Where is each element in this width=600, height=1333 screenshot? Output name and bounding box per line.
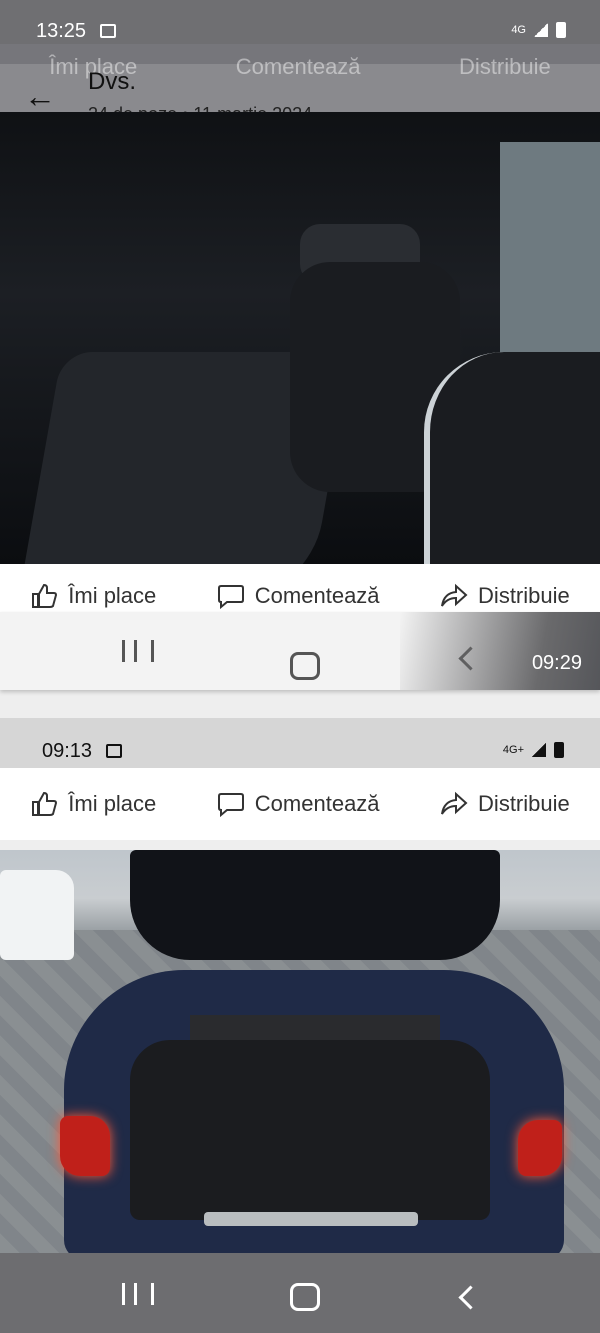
share-arrow-icon: [441, 791, 468, 815]
back-chevron-icon[interactable]: [458, 1285, 483, 1310]
gallery-notification-icon: [100, 24, 116, 38]
comment-button[interactable]: Comentează: [217, 583, 380, 609]
clock-badge-time: 09:29: [531, 652, 582, 674]
battery-icon: [556, 22, 566, 38]
open-tailgate: [130, 850, 500, 960]
network-label: 4G: [511, 24, 526, 36]
trunk-sill: [204, 1212, 418, 1226]
photo-car-interior[interactable]: [0, 112, 600, 564]
tail-light-left: [60, 1116, 110, 1176]
clock-badge: 09:29: [400, 612, 600, 690]
car-window: [500, 142, 600, 362]
car-door: [424, 352, 600, 564]
home-icon[interactable]: [290, 652, 320, 680]
status-time: 13:25: [36, 20, 87, 42]
comment-button[interactable]: Comentează: [217, 791, 380, 817]
comment-icon: [217, 585, 244, 609]
status-time-second: 09:13: [42, 740, 93, 762]
home-icon[interactable]: [290, 1283, 320, 1311]
album-title: Dvs.: [88, 68, 136, 95]
tail-light-right: [518, 1120, 562, 1176]
faded-comment-label: Comentează: [235, 54, 361, 79]
like-label: Îmi place: [68, 791, 157, 816]
arrow-left-icon[interactable]: ←: [24, 78, 56, 115]
share-label: Distribuie: [478, 791, 570, 816]
share-button[interactable]: Distribuie: [440, 583, 570, 609]
comment-label: Comentează: [254, 583, 380, 608]
faded-share-label: Distribuie: [459, 54, 551, 79]
navigation-bar-bottom: [0, 1253, 600, 1333]
thumbs-up-icon: [32, 791, 58, 816]
share-label: Distribuie: [478, 583, 570, 608]
background-van: [0, 870, 74, 960]
share-button[interactable]: Distribuie: [440, 791, 570, 817]
like-button[interactable]: Îmi place: [30, 791, 156, 817]
signal-icon: [534, 23, 548, 37]
status-icons-second: 4G+: [503, 742, 564, 758]
like-button[interactable]: Îmi place: [30, 583, 156, 609]
signal-icon: [532, 743, 546, 757]
comment-icon: [217, 793, 244, 817]
status-bar-second: 09:13 4G+: [0, 718, 600, 768]
like-label: Îmi place: [68, 583, 157, 608]
network-label-second: 4G+: [502, 744, 524, 756]
status-icons: 4G: [511, 22, 566, 38]
gallery-notification-icon: [106, 744, 122, 758]
share-arrow-icon: [441, 583, 468, 607]
thumbs-up-icon: [32, 583, 58, 608]
photo-car-trunk[interactable]: [0, 850, 600, 1253]
action-bar-2: Îmi place Comentează Distribuie: [0, 768, 600, 840]
trunk-space: [130, 1040, 490, 1220]
comment-label: Comentează: [254, 791, 380, 816]
recents-icon[interactable]: [122, 640, 154, 662]
battery-icon: [554, 742, 564, 758]
recents-icon[interactable]: [122, 1283, 154, 1305]
